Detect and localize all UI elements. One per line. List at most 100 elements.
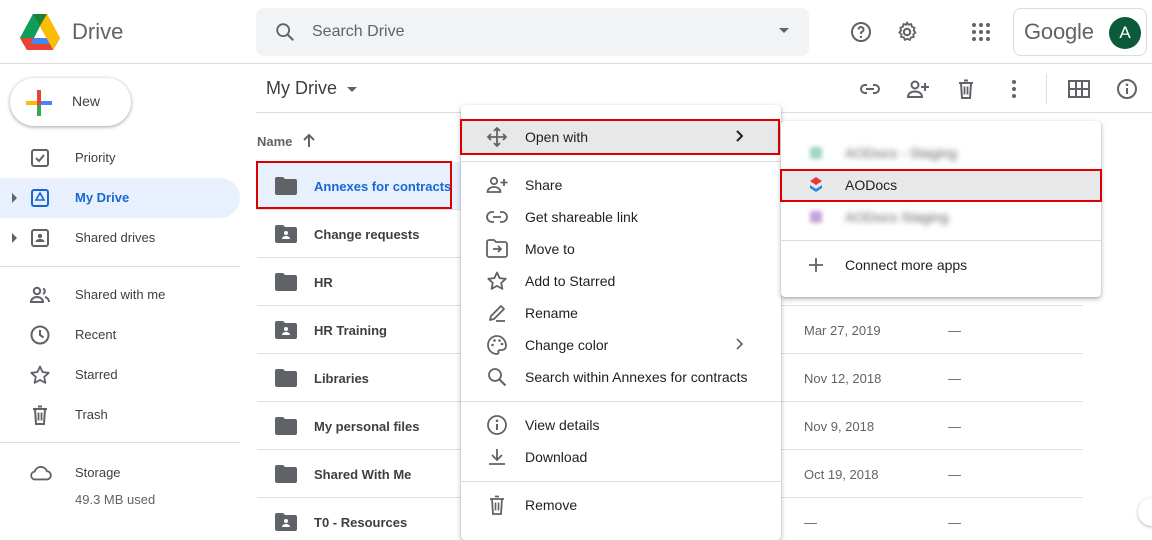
menu-item-label: View details: [525, 417, 600, 433]
title-dropdown-icon[interactable]: [347, 87, 357, 92]
storage-label: Storage: [75, 465, 121, 480]
menu-separator: [461, 161, 781, 162]
avatar[interactable]: A: [1109, 17, 1141, 49]
sidebar-divider: [0, 266, 240, 267]
menu-item-label: Rename: [525, 305, 578, 321]
file-name: My personal files: [314, 419, 420, 434]
info-icon[interactable]: [1114, 76, 1140, 102]
search-input[interactable]: [312, 8, 732, 56]
highlight-box-folder: [256, 161, 452, 209]
apps-grid-icon[interactable]: [965, 16, 997, 48]
my-drive-icon: [28, 186, 52, 210]
account-switcher[interactable]: Google A: [1013, 8, 1147, 56]
submenu-item-app[interactable]: AODocs Staging: [781, 201, 1101, 233]
menu-separator: [461, 481, 781, 482]
toolbar-divider: [1046, 74, 1047, 104]
trash-icon: [28, 403, 52, 427]
expand-caret-icon[interactable]: [12, 193, 17, 203]
sidebar-item-label: Shared with me: [75, 287, 166, 302]
last-modified: Mar 27, 2019: [804, 323, 881, 338]
sidebar-item-my-drive[interactable]: My Drive: [0, 178, 240, 218]
search-options-caret-icon[interactable]: [779, 28, 789, 33]
grid-view-icon[interactable]: [1066, 76, 1092, 102]
menu-item-move-to[interactable]: Move to: [461, 233, 781, 265]
top-bar: Drive Google A: [0, 0, 1152, 64]
last-modified: Oct 19, 2018: [804, 467, 879, 482]
file-size: —: [948, 419, 961, 434]
move-to-icon: [485, 237, 509, 261]
search-icon[interactable]: [274, 21, 296, 43]
menu-item-share[interactable]: Share: [461, 169, 781, 201]
file-name: Libraries: [314, 371, 369, 386]
more-actions-icon[interactable]: [1001, 76, 1027, 102]
menu-item-view-details[interactable]: View details: [461, 409, 781, 441]
sidebar-item-recent[interactable]: Recent: [0, 315, 240, 355]
sort-arrow-up-icon[interactable]: [302, 133, 316, 149]
settings-gear-icon[interactable]: [891, 16, 923, 48]
rename-pencil-icon: [485, 301, 509, 325]
cloud-icon: [28, 461, 52, 485]
delete-trash-icon[interactable]: [953, 76, 979, 102]
file-size: —: [948, 515, 961, 530]
last-modified: —: [804, 515, 817, 530]
search-icon: [485, 365, 509, 389]
shared-with-me-icon: [28, 283, 52, 307]
expand-caret-icon[interactable]: [12, 233, 17, 243]
search-bar[interactable]: [256, 8, 809, 56]
sidebar-item-priority[interactable]: Priority: [0, 138, 240, 178]
file-name: HR: [314, 275, 333, 290]
plus-icon: [26, 90, 52, 116]
highlight-box-aodocs: [780, 169, 1102, 202]
drive-logo-icon: [20, 14, 60, 50]
sidebar-item-label: Trash: [75, 407, 108, 422]
app-icon: [805, 206, 827, 228]
file-name: Change requests: [314, 227, 420, 242]
submenu-item-label: Connect more apps: [845, 257, 968, 273]
sidebar-item-storage[interactable]: Storage: [0, 453, 240, 493]
menu-item-rename[interactable]: Rename: [461, 297, 781, 329]
menu-item-label: Remove: [525, 497, 578, 513]
menu-item-add-starred[interactable]: Add to Starred: [461, 265, 781, 297]
name-column-header[interactable]: Name: [257, 134, 292, 149]
link-icon[interactable]: [857, 76, 883, 102]
menu-item-download[interactable]: Download: [461, 441, 781, 473]
sidebar-item-label: Priority: [75, 150, 116, 165]
priority-icon: [28, 146, 52, 170]
menu-item-label: Get shareable link: [525, 209, 638, 225]
file-size: —: [948, 371, 961, 386]
clock-icon: [28, 323, 52, 347]
sidebar-item-label: Starred: [75, 367, 118, 382]
menu-item-label: Share: [525, 177, 563, 193]
sidebar-item-shared-with-me[interactable]: Shared with me: [0, 275, 240, 315]
star-icon: [28, 363, 52, 387]
menu-item-search-within[interactable]: Search within Annexes for contracts: [461, 361, 781, 393]
menu-item-get-link[interactable]: Get shareable link: [461, 201, 781, 233]
menu-item-remove[interactable]: Remove: [461, 489, 781, 521]
link-icon: [485, 205, 509, 229]
shared-folder-icon: [275, 513, 297, 531]
new-button[interactable]: New: [10, 78, 131, 126]
drive-logo[interactable]: Drive: [20, 14, 123, 50]
share-person-add-icon[interactable]: [905, 76, 931, 102]
sidebar-divider: [0, 442, 240, 443]
plus-icon: [805, 254, 827, 276]
app-name: Drive: [72, 19, 124, 44]
sidebar-item-trash[interactable]: Trash: [0, 395, 240, 435]
menu-item-label: Change color: [525, 337, 609, 353]
menu-item-label: Download: [525, 449, 588, 465]
sidebar-item-shared-drives[interactable]: Shared drives: [0, 218, 240, 258]
scroll-handle[interactable]: [1138, 498, 1152, 526]
sidebar-item-starred[interactable]: Starred: [0, 355, 240, 395]
submenu-item-connect-apps[interactable]: Connect more apps: [781, 249, 1101, 281]
palette-icon: [485, 333, 509, 357]
shared-folder-icon: [275, 321, 297, 339]
google-wordmark: Google: [1024, 19, 1094, 44]
file-size: —: [948, 467, 961, 482]
submenu-item-app[interactable]: AODocs - Staging: [781, 137, 1101, 169]
file-name: T0 - Resources: [314, 515, 408, 530]
help-icon[interactable]: [845, 16, 877, 48]
menu-item-label: Search within Annexes for contracts: [525, 369, 748, 385]
menu-item-change-color[interactable]: Change color: [461, 329, 781, 361]
page-title[interactable]: My Drive: [266, 78, 337, 99]
trash-icon: [485, 493, 509, 517]
